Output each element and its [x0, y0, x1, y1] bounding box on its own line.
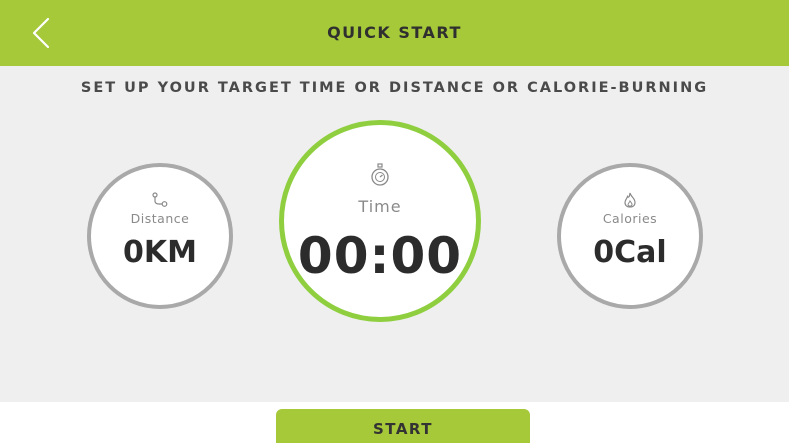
distance-target[interactable]: Distance 0KM	[87, 163, 233, 309]
calories-target[interactable]: Calories 0Cal	[557, 163, 703, 309]
time-target[interactable]: Time 00:00	[279, 120, 481, 322]
distance-value: 0KM	[123, 235, 197, 270]
header-bar: QUICK START	[0, 0, 789, 66]
calories-label: Calories	[602, 211, 658, 226]
quick-start-screen: QUICK START SET UP YOUR TARGET TIME OR D…	[0, 0, 789, 443]
target-panel: SET UP YOUR TARGET TIME OR DISTANCE OR C…	[0, 66, 789, 402]
time-label: Time	[358, 197, 402, 216]
instructions-text: SET UP YOUR TARGET TIME OR DISTANCE OR C…	[80, 80, 709, 96]
flame-icon	[624, 192, 636, 208]
distance-label: Distance	[130, 211, 190, 226]
page-title: QUICK START	[327, 23, 462, 42]
start-button[interactable]: START	[276, 409, 530, 443]
calories-value: 0Cal	[593, 235, 667, 270]
stopwatch-icon	[371, 163, 389, 186]
distance-icon	[152, 192, 168, 207]
time-value: 00:00	[297, 227, 463, 285]
